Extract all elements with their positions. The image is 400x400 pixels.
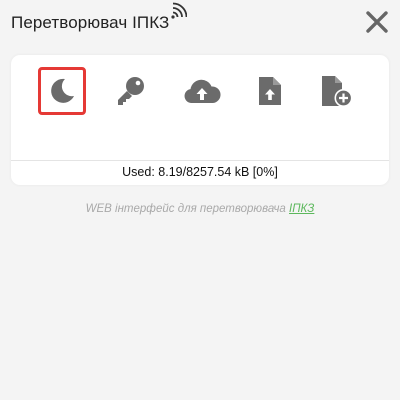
- moon-icon: [51, 78, 74, 103]
- file-upload-icon: [259, 77, 281, 105]
- footer-link[interactable]: ІПКЗ: [289, 203, 314, 215]
- firmware-upload-button[interactable]: [178, 67, 226, 115]
- file-upload-button[interactable]: [246, 67, 294, 115]
- theme-toggle-button[interactable]: [38, 67, 86, 115]
- cloud-upload-icon: [184, 79, 221, 103]
- toolbar-card: Used: 8.19/8257.54 kB [0%]: [11, 55, 389, 185]
- close-icon[interactable]: [364, 9, 390, 35]
- password-button[interactable]: [107, 67, 155, 115]
- header: Перетворювач ІПКЗ: [0, 0, 400, 48]
- new-file-button[interactable]: [312, 67, 360, 115]
- footer-text: WEB інтерфейс для перетворювача: [85, 203, 289, 215]
- page-title: Перетворювач ІПКЗ: [11, 13, 170, 32]
- file-add-icon: [322, 76, 353, 107]
- wifi-signal-icon: [171, 2, 187, 19]
- footer: WEB інтерфейс для перетворювача ІПКЗ: [0, 203, 400, 215]
- storage-status: Used: 8.19/8257.54 kB [0%]: [11, 160, 389, 185]
- key-icon: [118, 77, 144, 105]
